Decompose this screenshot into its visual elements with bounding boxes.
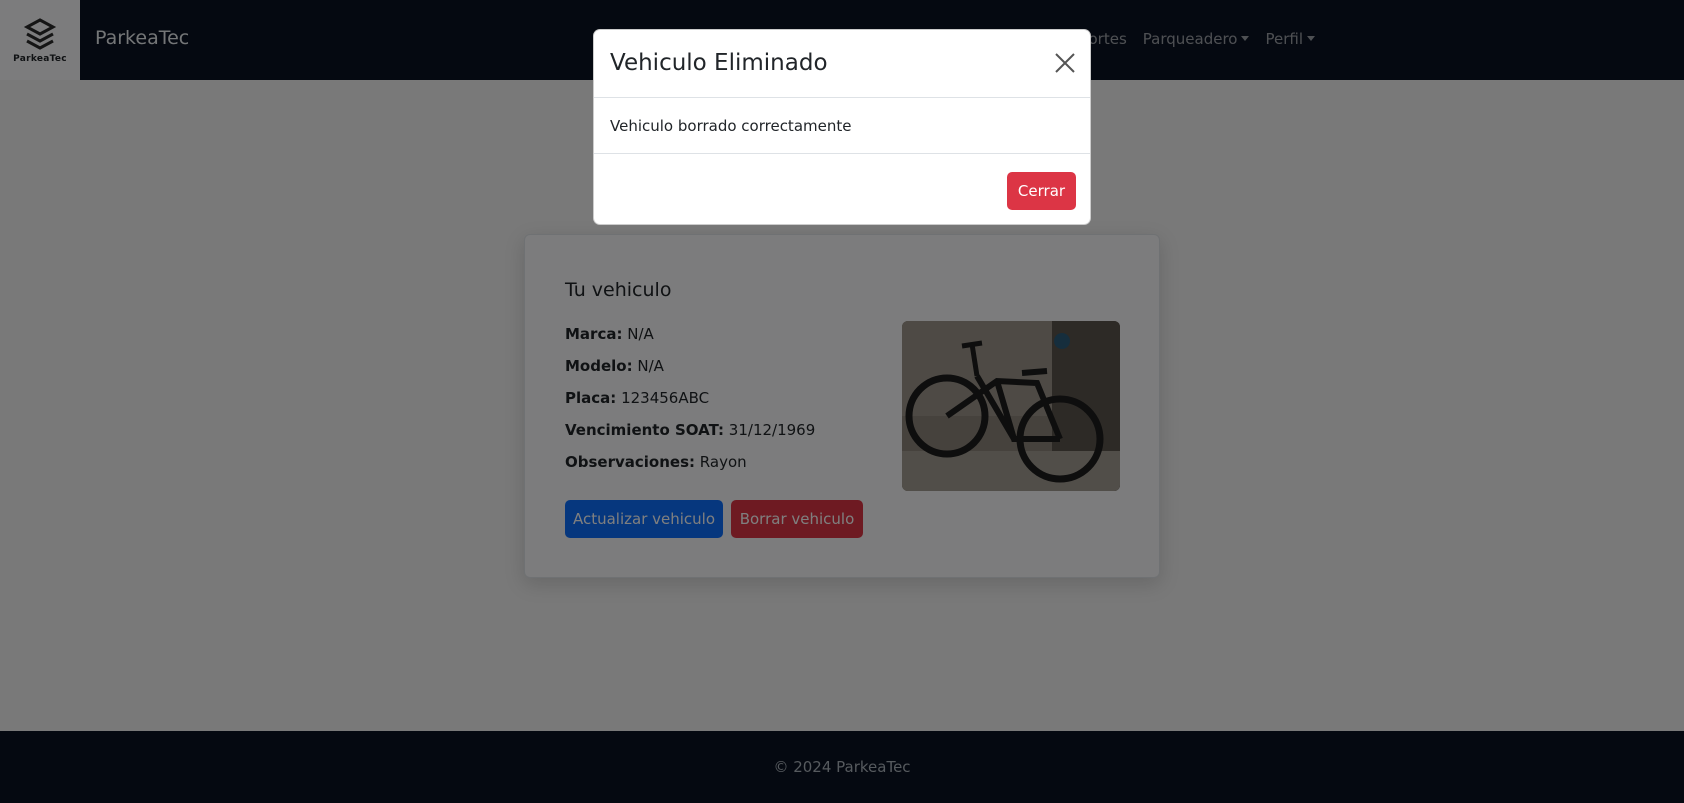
- vehicle-deleted-modal: Vehiculo Eliminado Vehiculo borrado corr…: [593, 29, 1091, 225]
- modal-message: Vehiculo borrado correctamente: [610, 117, 852, 135]
- modal-body: Vehiculo borrado correctamente: [594, 98, 1090, 154]
- close-icon[interactable]: [1054, 52, 1076, 74]
- close-button[interactable]: Cerrar: [1007, 172, 1076, 210]
- modal-title: Vehiculo Eliminado: [610, 50, 828, 76]
- modal-header: Vehiculo Eliminado: [594, 30, 1090, 98]
